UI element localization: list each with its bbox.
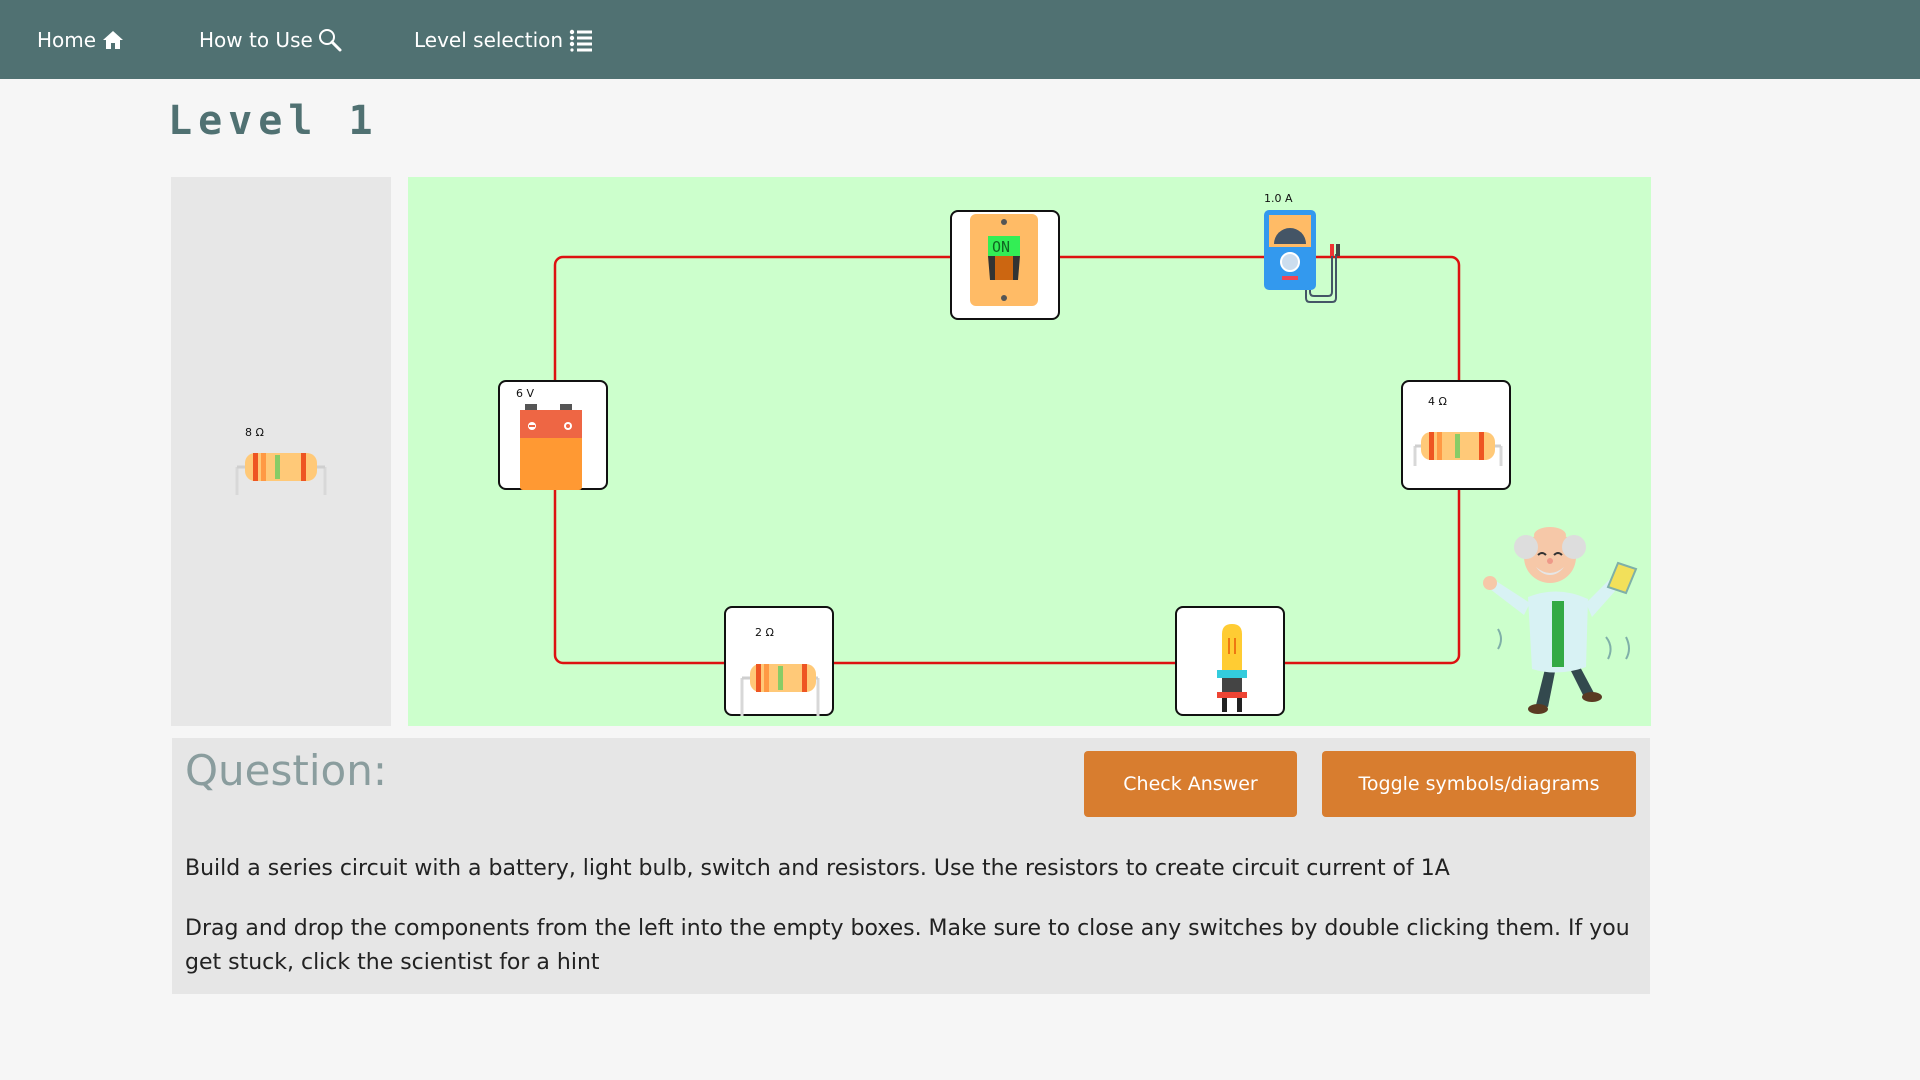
resistor-icon	[235, 453, 327, 495]
component-palette: 8 Ω	[171, 177, 391, 726]
slot-bulb[interactable]	[1175, 606, 1285, 716]
question-instruction: Build a series circuit with a battery, l…	[185, 856, 1450, 881]
slot-switch[interactable]: ON	[950, 210, 1060, 320]
nav-level-selection[interactable]: Level selection	[414, 0, 593, 79]
switch-icon	[970, 214, 1038, 306]
nav-home[interactable]: Home	[37, 0, 124, 79]
palette-resistor-label: 8 Ω	[245, 426, 264, 439]
ammeter: 1.0 A	[1264, 192, 1354, 303]
nav-home-label: Home	[37, 27, 97, 52]
ammeter-icon	[1264, 210, 1340, 303]
question-heading: Question:	[185, 746, 388, 795]
question-help-text: Drag and drop the components from the le…	[185, 916, 1630, 975]
palette-resistor-8ohm[interactable]	[231, 445, 331, 515]
battery-icon	[520, 404, 582, 490]
light-bulb-icon	[1217, 624, 1247, 712]
scientist-hint[interactable]	[1476, 517, 1651, 717]
switch-state-label: ON	[992, 238, 1011, 256]
search-icon	[317, 27, 343, 53]
question-panel: Question: Check Answer Toggle symbols/di…	[172, 738, 1650, 994]
nav-level-selection-label: Level selection	[414, 27, 564, 52]
slot-battery[interactable]: 6 V	[498, 380, 608, 490]
resistor-icon	[740, 664, 820, 716]
resistor-icon	[1413, 432, 1503, 466]
ammeter-reading: 1.0 A	[1264, 192, 1293, 205]
slot-resistor-4ohm[interactable]: 4 Ω	[1401, 380, 1511, 490]
nav-how-to-use-label: How to Use	[199, 27, 313, 52]
slot-resistor-2ohm[interactable]: 2 Ω	[724, 606, 834, 716]
home-icon	[102, 30, 124, 50]
list-icon	[569, 28, 593, 52]
nav-how-to-use[interactable]: How to Use	[199, 0, 343, 79]
toggle-symbols-button[interactable]: Toggle symbols/diagrams	[1322, 751, 1636, 817]
navbar: Home How to Use Level selection	[0, 0, 1920, 79]
circuit-board: ON 1.0 A 6 V 4 Ω 2 Ω	[408, 177, 1651, 726]
page-title: Level 1	[168, 98, 379, 144]
scientist-icon	[1483, 527, 1638, 714]
check-answer-button[interactable]: Check Answer	[1084, 751, 1297, 817]
